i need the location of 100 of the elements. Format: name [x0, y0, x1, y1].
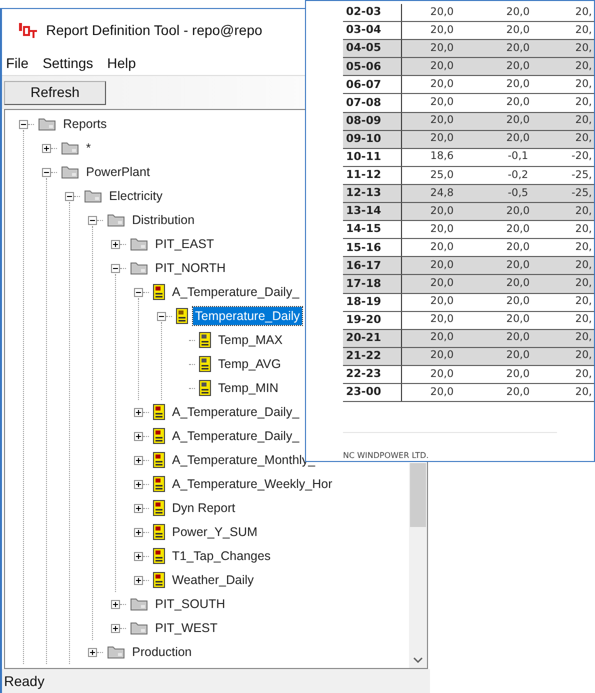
expander-toggle[interactable] — [134, 576, 143, 584]
folder-icon — [61, 165, 79, 179]
expander-toggle[interactable] — [134, 432, 143, 440]
tree-item[interactable]: * — [84, 139, 93, 157]
document-icon — [153, 284, 165, 300]
table-cell: 07-08 — [343, 94, 402, 112]
expander-toggle[interactable] — [111, 600, 120, 608]
folder-icon — [61, 141, 79, 155]
table-cell-text: 20,0 — [429, 276, 455, 292]
table-cell-text: 20, — [574, 240, 592, 255]
table-cell-text: 20,0 — [429, 113, 455, 128]
table-cell-text: 20,0 — [505, 40, 531, 56]
expander-toggle[interactable] — [134, 528, 143, 536]
table-cell-text: 20,0 — [505, 4, 531, 20]
table-cell: 10-11 — [343, 148, 402, 166]
expander-toggle[interactable] — [134, 504, 143, 512]
tree-item[interactable]: A_Temperature_Daily_ — [170, 403, 302, 421]
tree-item[interactable]: PIT_EAST — [153, 235, 216, 253]
table-cell-text: 20,0 — [429, 131, 455, 146]
menu-item[interactable]: Settings — [42, 52, 94, 74]
tree-item[interactable]: A_Temperature_Weekly_Hor — [170, 475, 334, 493]
window-title: Report Definition Tool - repo@repo — [46, 20, 262, 40]
expander-toggle[interactable] — [157, 312, 166, 320]
tree-item[interactable]: Distribution — [130, 211, 197, 229]
scrollbar-thumb[interactable] — [410, 463, 426, 527]
expander-toggle[interactable] — [134, 480, 143, 488]
expander-toggle[interactable] — [134, 456, 143, 464]
table-cell-text: 20, — [574, 77, 592, 92]
expander-toggle[interactable] — [42, 168, 51, 176]
menu-item[interactable]: Help — [107, 52, 136, 74]
table-cell-text: 20,0 — [429, 258, 455, 273]
table-cell-text: 20,0 — [505, 240, 531, 255]
table-cell: 06-07 — [343, 76, 402, 94]
table-cell-text: 20, — [574, 22, 592, 38]
tree-item[interactable]: Temp_MAX — [216, 331, 285, 349]
table-cell-text: 20, — [574, 4, 592, 20]
tree-item[interactable]: PowerPlant — [84, 163, 152, 181]
tree-item[interactable]: PIT_NORTH — [153, 259, 228, 277]
tree-item[interactable]: T1_Tap_Changes — [170, 547, 273, 565]
tree-item[interactable]: Electricity — [107, 187, 164, 205]
table-cell-text: 20,0 — [429, 366, 455, 382]
table-cell-text: 20, — [574, 258, 592, 273]
table-cell-text: 20,0 — [505, 204, 531, 219]
folder-icon — [84, 189, 102, 203]
table-cell: 20-21 — [343, 330, 402, 347]
expander-toggle[interactable] — [65, 192, 74, 200]
expander-toggle[interactable] — [111, 240, 120, 248]
tree-item[interactable]: Temperature_Daily — [193, 307, 302, 325]
table-cell-text: 20,0 — [429, 77, 455, 92]
expander-toggle[interactable] — [19, 120, 28, 128]
refresh-button[interactable]: Refresh — [4, 80, 106, 104]
document-icon — [199, 380, 211, 396]
tree-item[interactable]: PIT_SOUTH — [153, 595, 228, 613]
tree-item[interactable]: PIT_WEST — [153, 619, 220, 637]
expander-toggle[interactable] — [111, 624, 120, 632]
table-cell-text: 20, — [574, 131, 592, 146]
table-cell-text: 20,0 — [505, 294, 531, 310]
expander-toggle[interactable] — [134, 552, 143, 560]
scrollbar[interactable] — [409, 463, 427, 668]
tree-item[interactable]: Temp_MIN — [216, 379, 280, 397]
table-cell-text: 20,0 — [429, 348, 455, 364]
tree-item[interactable]: A_Temperature_Daily_ — [170, 283, 302, 301]
expander-toggle[interactable] — [88, 648, 97, 656]
tree-item[interactable]: Power_Y_SUM — [170, 523, 260, 541]
tree-item[interactable]: A_Temperature_Monthly_ — [170, 451, 318, 469]
menu-item[interactable]: File — [6, 52, 29, 74]
expander-toggle[interactable] — [134, 288, 143, 296]
table-cell-text: -25, — [570, 186, 592, 201]
folder-icon — [107, 213, 125, 227]
tree-item[interactable]: A_Temperature_Daily_ — [170, 427, 302, 445]
table-cell-text: 20,0 — [429, 40, 455, 56]
folder-icon — [130, 597, 148, 611]
app-logo-icon — [18, 22, 38, 38]
expander-toggle[interactable] — [111, 264, 120, 272]
expander-toggle[interactable] — [42, 144, 51, 152]
table-cell-text: 18,6 — [429, 149, 455, 164]
table-cell: 14-15 — [343, 221, 402, 238]
expander-toggle[interactable] — [88, 216, 97, 224]
table-cell: 02-03 — [343, 4, 402, 22]
document-icon — [153, 476, 165, 492]
tree-item[interactable]: Production — [130, 643, 194, 661]
table-cell-text: 20, — [574, 58, 592, 74]
tree-item[interactable]: Weather_Daily — [170, 571, 256, 589]
expander-toggle[interactable] — [134, 408, 143, 416]
table-cell-text: -20, — [570, 149, 592, 164]
table-cell-text: 20,0 — [505, 22, 531, 38]
table-cell-text: 20, — [574, 222, 592, 237]
document-icon — [176, 308, 188, 324]
table-cell-text: -0,2 — [506, 168, 530, 183]
table-cell-text: 20, — [574, 40, 592, 56]
table-cell: 12-13 — [343, 184, 402, 202]
document-icon — [199, 356, 211, 372]
table-cell-text: 20, — [574, 294, 592, 310]
tree-item[interactable]: Reports — [61, 115, 109, 133]
table-cell-text: 20,0 — [429, 22, 455, 38]
document-icon — [153, 428, 165, 444]
folder-icon — [130, 621, 148, 635]
tree-item[interactable]: Dyn Report — [170, 499, 238, 517]
tree-item[interactable]: Temp_AVG — [216, 355, 283, 373]
table-cell: 16-17 — [343, 257, 402, 274]
